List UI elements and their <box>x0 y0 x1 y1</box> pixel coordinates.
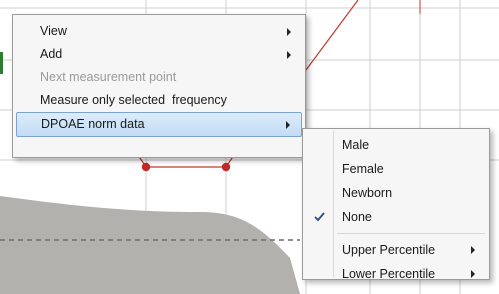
menu-item-label: Newborn <box>342 186 393 200</box>
menu-item-label: Male <box>342 138 370 152</box>
submenu-item-none[interactable]: None <box>303 205 489 229</box>
submenu-item-female[interactable]: Female <box>303 157 489 181</box>
measurement-point[interactable] <box>221 162 231 172</box>
chevron-right-icon <box>471 270 475 278</box>
menu-item-label: None <box>342 210 372 224</box>
checkmark-icon <box>312 205 326 229</box>
left-edge-marker <box>0 52 3 74</box>
menu-item-dpoae-norm-data[interactable]: DPOAE norm data <box>16 112 302 137</box>
menu-item-label: Next measurement point <box>40 70 177 84</box>
menu-item-measure-only-selected-frequency[interactable]: Measure only selected frequency <box>13 89 305 112</box>
menu-item-view[interactable]: View <box>13 20 305 43</box>
measurement-point[interactable] <box>141 162 151 172</box>
menu-item-label: Measure only selected frequency <box>40 93 227 107</box>
submenu-item-upper-percentile[interactable]: Upper Percentile <box>303 238 489 262</box>
menu-item-label: Lower Percentile <box>342 267 436 281</box>
chevron-right-icon <box>471 246 475 254</box>
menu-item-label: Female <box>342 162 384 176</box>
menu-item-add[interactable]: Add <box>13 43 305 66</box>
norm-data-submenu: Male Female Newborn None Upper Percentil… <box>302 128 490 281</box>
chevron-right-icon <box>286 120 290 129</box>
menu-item-label: Upper Percentile <box>342 243 436 257</box>
chevron-right-icon <box>287 50 291 59</box>
submenu-item-newborn[interactable]: Newborn <box>303 181 489 205</box>
menu-item-label: View <box>40 24 67 38</box>
context-menu: View Add Next measurement point Measure … <box>12 14 306 158</box>
menu-item-label: DPOAE norm data <box>41 117 145 131</box>
menu-item-next-measurement-point: Next measurement point <box>13 66 305 89</box>
submenu-item-lower-percentile[interactable]: Lower Percentile <box>303 262 489 286</box>
menu-item-label: Add <box>40 47 63 61</box>
menu-separator <box>337 233 485 234</box>
submenu-item-male[interactable]: Male <box>303 133 489 157</box>
chevron-right-icon <box>287 27 291 36</box>
